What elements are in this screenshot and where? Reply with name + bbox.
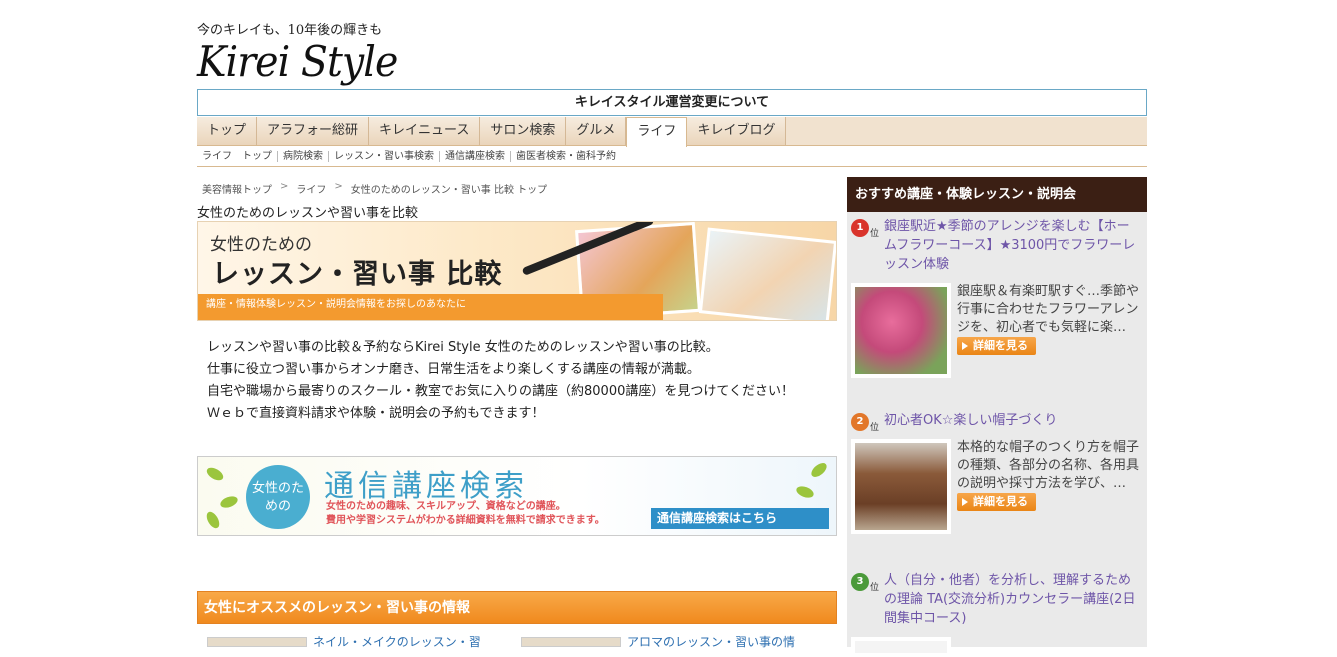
leaf-icon (204, 465, 226, 483)
women-photo (698, 227, 836, 320)
leaf-icon (204, 509, 222, 531)
breadcrumb-item[interactable]: 美容情報トップ (202, 181, 272, 196)
section-title: 女性にオススメのレッスン・習い事の情報 (197, 591, 837, 624)
banner-desc-line: 女性のための趣味、スキルアップ、資格などの講座。 (326, 501, 566, 512)
rank-desc-text: 銀座駅＆有楽町駅すぐ…季節や行事に合わせたフラワーアレンジを、初心者でも気軽に楽… (957, 284, 1140, 335)
sidebar-title: おすすめ講座・体験レッスン・説明会 (847, 177, 1147, 212)
leaf-icon (218, 494, 240, 510)
banner-desc-line: 費用や学習システムがわかる詳細資料を無料で請求できます。 (326, 515, 605, 526)
rank-badge-icon: 3 (851, 573, 869, 591)
nav-tab-life[interactable]: ライフ (626, 117, 688, 147)
global-nav: トップ アラフォー総研 キレイニュース サロン検索 グルメ ライフ キレイブログ (197, 117, 1147, 147)
rank-thumbnail[interactable] (851, 283, 951, 378)
hero-strip: 講座・情報体験レッスン・説明会情報をお探しのあなたに (198, 294, 663, 320)
detail-button[interactable]: 詳細を見る (957, 493, 1036, 511)
banner-circle: 女性のための (246, 465, 310, 529)
subnav-dentist[interactable]: 歯医者検索・歯科予約 (511, 151, 621, 162)
hero-banner: 女性のための レッスン・習い事 比較 講座・情報体験レッスン・説明会情報をお探し… (197, 221, 837, 321)
notice-link[interactable]: キレイスタイル運営変更について (197, 89, 1147, 116)
nav-tab-blog[interactable]: キレイブログ (687, 117, 787, 145)
nav-tab-gourmet[interactable]: グルメ (566, 117, 627, 145)
chevron-right-icon: > (280, 181, 289, 192)
correspondence-search-banner[interactable]: 女性のための 通信講座検索 女性のための趣味、スキルアップ、資格などの講座。 費… (197, 456, 837, 536)
rank-suffix: 位 (870, 229, 880, 239)
subnav-hospital[interactable]: 病院検索 (278, 151, 329, 162)
thumbnail[interactable] (207, 637, 307, 647)
chevron-right-icon: > (334, 181, 343, 192)
breadcrumb-item[interactable]: ライフ (296, 181, 326, 196)
intro-line: Ｗｅｂで直接資料請求や体験・説明会の予約もできます！ (207, 406, 545, 421)
detail-button[interactable]: 詳細を見る (957, 337, 1036, 355)
correspondence-search-button[interactable]: 通信講座検索はこちら (651, 508, 829, 529)
subnav-life-top[interactable]: ライフ トップ (197, 151, 278, 162)
intro-line: 自宅や職場から最寄りのスクール・教室でお気に入りの講座（約80000講座）を見つ… (207, 384, 794, 399)
breadcrumb-current: 女性のためのレッスン・習い事 比較 トップ (350, 185, 548, 196)
nav-tab-around40[interactable]: アラフォー総研 (257, 117, 370, 145)
intro-text: レッスンや習い事の比較＆予約ならKirei Style 女性のためのレッスンや習… (207, 337, 837, 425)
sidebar-recommend: おすすめ講座・体験レッスン・説明会 1 位 銀座駅近★季節のアレンジを楽しむ【ホ… (847, 177, 1147, 657)
rank-thumbnail[interactable] (851, 637, 951, 657)
lesson-link[interactable]: ネイル・メイクのレッスン・習 (313, 633, 481, 649)
rank-description: 銀座駅＆有楽町駅すぐ…季節や行事に合わせたフラワーアレンジを、初心者でも気軽に楽… (957, 283, 1139, 356)
rank-description: 本格的な帽子のつくり方を帽子の種類、各部分の名称、各用具の説明や採寸方法を学び、… (957, 439, 1139, 512)
intro-line: 仕事に役立つ習い事からオンナ磨き、日常生活をより楽しくする講座の情報が満載。 (207, 362, 700, 377)
banner-description: 女性のための趣味、スキルアップ、資格などの講座。 費用や学習システムがわかる詳細… (326, 500, 605, 528)
rank-desc-text: 本格的な帽子のつくり方を帽子の種類、各部分の名称、各用具の説明や採寸方法を学び、… (957, 440, 1140, 491)
rank-title-link[interactable]: 人（自分・他者）を分析し、理解するための理論 TA(交流分析)カウンセラー講座(… (884, 571, 1139, 628)
rank-suffix: 位 (870, 423, 880, 433)
nav-tab-top[interactable]: トップ (197, 117, 258, 145)
nav-tab-salon[interactable]: サロン検索 (480, 117, 567, 145)
banner-title: 通信講座検索 (324, 469, 528, 504)
subnav-lesson[interactable]: レッスン・習い事検索 (329, 151, 440, 162)
page-title: 女性のためのレッスンや習い事を比較 (197, 206, 419, 221)
subnav-correspondence[interactable]: 通信講座検索 (440, 151, 511, 162)
hero-title: レッスン・習い事 比較 (212, 259, 503, 290)
rank-suffix: 位 (870, 583, 880, 593)
leaf-icon (808, 460, 830, 480)
rank-badge-icon: 1 (851, 219, 869, 237)
nav-tab-news[interactable]: キレイニュース (369, 117, 481, 145)
leaf-icon (794, 484, 816, 500)
intro-line: レッスンや習い事の比較＆予約ならKirei Style 女性のためのレッスンや習… (207, 340, 719, 355)
site-logo[interactable]: Kirei Style (197, 34, 398, 90)
breadcrumb: 美容情報トップ > ライフ > 女性のためのレッスン・習い事 比較 トップ (202, 181, 547, 196)
rank-title-link[interactable]: 銀座駅近★季節のアレンジを楽しむ【ホームフラワーコース】★3100円でフラワーレ… (884, 217, 1139, 274)
sub-nav: ライフ トップ 病院検索 レッスン・習い事検索 通信講座検索 歯医者検索・歯科予… (197, 147, 1147, 167)
rank-thumbnail[interactable] (851, 439, 951, 534)
lesson-link[interactable]: アロマのレッスン・習い事の情 (627, 633, 795, 649)
thumbnail[interactable] (521, 637, 621, 647)
rank-badge-icon: 2 (851, 413, 869, 431)
rank-title-link[interactable]: 初心者OK☆楽しい帽子づくり (884, 411, 1139, 430)
